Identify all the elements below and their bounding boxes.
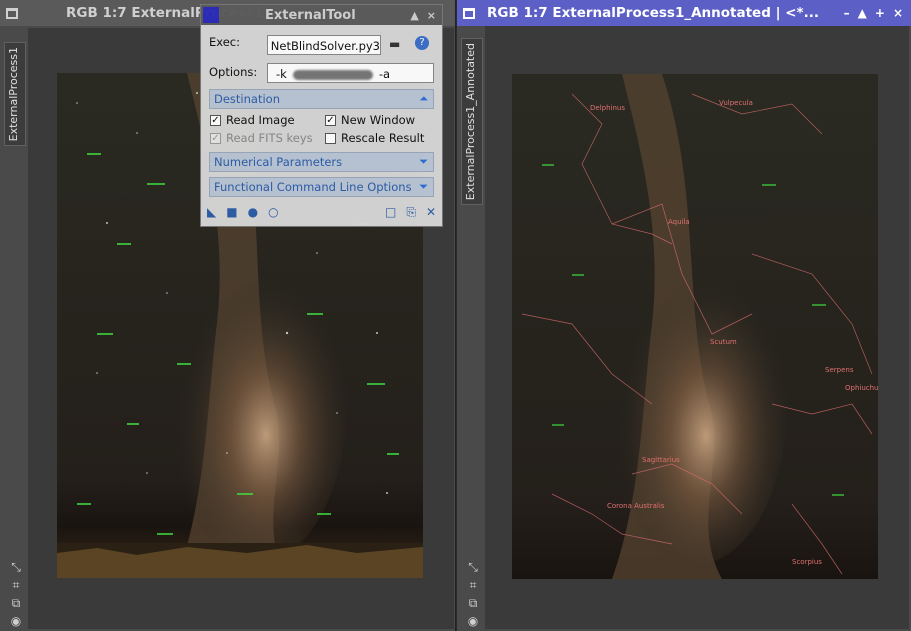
left-view-tab-label: ExternalProcess1 (7, 47, 20, 142)
maximize-icon[interactable]: + (875, 6, 885, 20)
right-window-controls: – ▲ + × (844, 6, 911, 20)
folder-icon[interactable]: ▬ (389, 37, 400, 51)
redacted-key (292, 69, 373, 80)
options-label: Options: (209, 65, 258, 79)
annotation-label: Scorpius (792, 558, 822, 566)
checkbox-checked-icon: ✓ (325, 114, 336, 126)
left-view-tools: ⤡ ⌗ ⧉ ◉ (8, 560, 24, 628)
restore-icon[interactable]: ⧉ (12, 596, 21, 611)
annotation-labels: Delphinus Vulpecula Aquila Scutum Serpen… (512, 74, 878, 579)
shade-icon[interactable]: ▲ (858, 6, 867, 20)
annotation-label: Sagittarius (642, 456, 680, 464)
fit-icon[interactable]: ⌗ (13, 578, 20, 593)
help-icon[interactable]: ? (415, 36, 429, 50)
read-image-label: Read Image (226, 113, 295, 127)
options-suffix: -a (378, 67, 391, 81)
left-view-tab[interactable]: ExternalProcess1 (4, 42, 26, 147)
apply-icon[interactable]: ● (248, 205, 258, 219)
options-prefix: -k (276, 67, 287, 81)
dialog-toolbar: ◣ ■ ● ○ □ ⎘ ✕ (207, 204, 436, 220)
preview-icon[interactable]: ○ (268, 205, 375, 219)
functional-section-label: Functional Command Line Options (214, 180, 412, 194)
right-view-tab-label: ExternalProcess1_Annotated (464, 43, 477, 201)
annotation-label: Scutum (710, 338, 737, 346)
annotation-label: Corona Australis (607, 502, 665, 510)
new-window-checkbox[interactable]: ✓ New Window (325, 113, 415, 127)
dialog-titlebar[interactable]: ExternalTool ▲ × (201, 5, 442, 25)
checkbox-checked-icon: ✓ (210, 132, 221, 144)
fit-icon[interactable]: ⌗ (470, 578, 477, 593)
expand-icon[interactable]: ⏷ (419, 178, 428, 196)
collapse-icon[interactable]: ⏶ (419, 90, 428, 108)
target-icon[interactable]: ◉ (468, 614, 478, 628)
right-window-title: RGB 1:7 ExternalProcess1_Annotated | <*.… (487, 5, 819, 21)
new-window-label: New Window (341, 113, 416, 127)
functional-section[interactable]: Functional Command Line Options ⏷ (209, 177, 434, 197)
right-view-tools: ⤡ ⌗ ⧉ ◉ (465, 560, 481, 628)
right-window-titlebar[interactable]: RGB 1:7 ExternalProcess1_Annotated | <*.… (457, 0, 911, 26)
right-annotated-image: Delphinus Vulpecula Aquila Scutum Serpen… (512, 74, 878, 579)
dialog-title: ExternalTool (265, 7, 356, 23)
numerical-section-label: Numerical Parameters (214, 155, 343, 169)
browse-docs-icon[interactable]: □ (385, 205, 396, 219)
right-image-window[interactable]: RGB 1:7 ExternalProcess1_Annotated | <*.… (457, 0, 911, 631)
exec-field[interactable]: NetBlindSolver.py3 (267, 35, 381, 55)
read-fits-label: Read FITS keys (226, 131, 313, 145)
expand-icon[interactable]: ⏷ (419, 153, 428, 171)
dialog-controls: ▲ × (410, 9, 442, 22)
right-view-tab[interactable]: ExternalProcess1_Annotated (461, 38, 483, 206)
destination-section[interactable]: Destination ⏶ (209, 89, 434, 109)
window-menu-icon[interactable] (6, 7, 18, 19)
destination-section-label: Destination (214, 92, 280, 106)
new-instance-icon[interactable]: ◣ (207, 205, 216, 219)
shade-icon[interactable]: ▲ (410, 9, 418, 22)
external-tool-dialog[interactable]: ExternalTool ▲ × Exec: NetBlindSolver.py… (200, 4, 443, 227)
checkbox-checked-icon: ✓ (210, 114, 221, 126)
shrink-icon[interactable]: ⤡ (468, 560, 478, 575)
annotation-label: Ophiuchus (845, 384, 878, 392)
exec-label: Exec: (209, 35, 240, 49)
read-fits-checkbox: ✓ Read FITS keys (210, 131, 313, 145)
close-icon[interactable]: × (427, 9, 436, 22)
numerical-section[interactable]: Numerical Parameters ⏷ (209, 152, 434, 172)
read-image-checkbox[interactable]: ✓ Read Image (210, 113, 295, 127)
rescale-checkbox[interactable]: Rescale Result (325, 131, 424, 145)
process-icon (203, 7, 219, 23)
rescale-label: Rescale Result (341, 131, 425, 145)
apply-global-icon[interactable]: ■ (226, 205, 237, 219)
annotation-label: Delphinus (590, 104, 625, 112)
target-icon[interactable]: ◉ (11, 614, 21, 628)
right-viewport[interactable]: Delphinus Vulpecula Aquila Scutum Serpen… (485, 26, 909, 629)
annotation-label: Vulpecula (719, 99, 753, 107)
edit-instance-icon[interactable]: ⎘ (406, 205, 416, 220)
close-icon[interactable]: × (893, 6, 903, 20)
options-field[interactable]: -k -a (267, 63, 434, 83)
checkbox-unchecked-icon (325, 132, 336, 144)
restore-icon[interactable]: ⧉ (469, 596, 478, 611)
window-menu-icon[interactable] (463, 7, 475, 19)
minimize-icon[interactable]: – (844, 6, 850, 20)
annotation-label: Aquila (668, 218, 690, 226)
annotation-label: Serpens (825, 366, 854, 374)
shrink-icon[interactable]: ⤡ (11, 560, 21, 575)
reset-icon[interactable]: ✕ (426, 205, 436, 219)
